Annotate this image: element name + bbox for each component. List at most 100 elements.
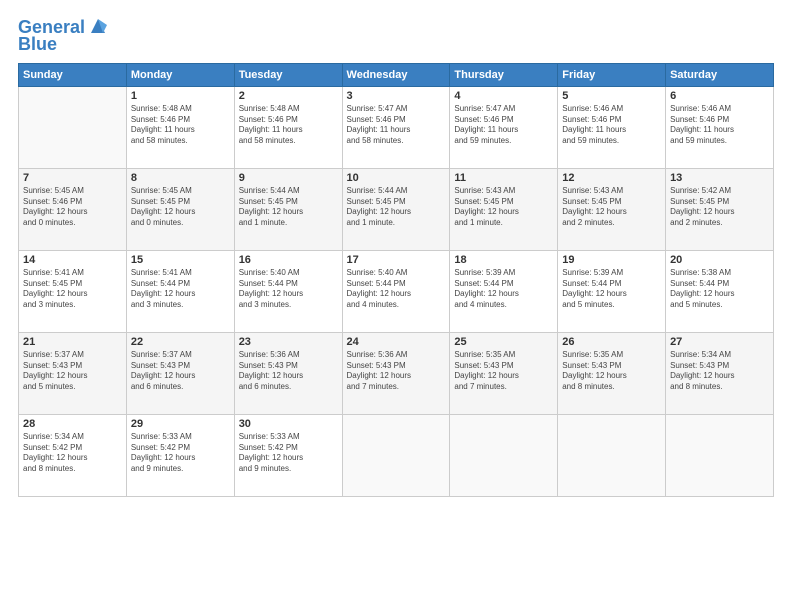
calendar-week-row: 14 Sunrise: 5:41 AM Sunset: 5:45 PM Dayli… <box>19 250 774 332</box>
day-info: Sunrise: 5:37 AM Sunset: 5:43 PM Dayligh… <box>131 350 230 393</box>
day-info: Sunrise: 5:35 AM Sunset: 5:43 PM Dayligh… <box>562 350 661 393</box>
day-number: 30 <box>239 418 338 430</box>
day-info: Sunrise: 5:41 AM Sunset: 5:44 PM Dayligh… <box>131 268 230 311</box>
calendar-cell: 4 Sunrise: 5:47 AM Sunset: 5:46 PM Daylig… <box>450 86 558 168</box>
day-info: Sunrise: 5:34 AM Sunset: 5:43 PM Dayligh… <box>670 350 769 393</box>
calendar-cell: 8Sunrise: 5:45 AM Sunset: 5:45 PM Daylig… <box>126 168 234 250</box>
logo-icon <box>87 15 109 37</box>
calendar-week-row: 7Sunrise: 5:45 AM Sunset: 5:46 PM Daylig… <box>19 168 774 250</box>
day-number: 15 <box>131 254 230 266</box>
day-info: Sunrise: 5:47 AM Sunset: 5:46 PM Dayligh… <box>347 104 446 147</box>
day-number: 12 <box>562 172 661 184</box>
calendar-cell: 26 Sunrise: 5:35 AM Sunset: 5:43 PM Dayli… <box>558 332 666 414</box>
day-info: Sunrise: 5:46 AM Sunset: 5:46 PM Dayligh… <box>670 104 769 147</box>
day-number: 13 <box>670 172 769 184</box>
calendar-cell <box>342 414 450 496</box>
day-number: 26 <box>562 336 661 348</box>
day-info: Sunrise: 5:38 AM Sunset: 5:44 PM Dayligh… <box>670 268 769 311</box>
calendar-cell: 14 Sunrise: 5:41 AM Sunset: 5:45 PM Dayli… <box>19 250 127 332</box>
calendar-cell: 24 Sunrise: 5:36 AM Sunset: 5:43 PM Dayli… <box>342 332 450 414</box>
calendar-cell: 6 Sunrise: 5:46 AM Sunset: 5:46 PM Daylig… <box>666 86 774 168</box>
day-number: 4 <box>454 90 553 102</box>
day-number: 25 <box>454 336 553 348</box>
weekday-header: Thursday <box>450 63 558 86</box>
day-info: Sunrise: 5:33 AM Sunset: 5:42 PM Dayligh… <box>239 432 338 475</box>
day-info: Sunrise: 5:40 AM Sunset: 5:44 PM Dayligh… <box>239 268 338 311</box>
day-info: Sunrise: 5:48 AM Sunset: 5:46 PM Dayligh… <box>131 104 230 147</box>
day-number: 21 <box>23 336 122 348</box>
day-number: 5 <box>562 90 661 102</box>
day-info: Sunrise: 5:43 AM Sunset: 5:45 PM Dayligh… <box>562 186 661 229</box>
calendar-cell: 9Sunrise: 5:44 AM Sunset: 5:45 PM Daylig… <box>234 168 342 250</box>
calendar-cell: 17 Sunrise: 5:40 AM Sunset: 5:44 PM Dayli… <box>342 250 450 332</box>
day-info: Sunrise: 5:47 AM Sunset: 5:46 PM Dayligh… <box>454 104 553 147</box>
day-info: Sunrise: 5:43 AM Sunset: 5:45 PM Dayligh… <box>454 186 553 229</box>
day-number: 24 <box>347 336 446 348</box>
day-number: 3 <box>347 90 446 102</box>
calendar-cell <box>666 414 774 496</box>
calendar-week-row: 21 Sunrise: 5:37 AM Sunset: 5:43 PM Dayli… <box>19 332 774 414</box>
calendar-cell: 29 Sunrise: 5:33 AM Sunset: 5:42 PM Dayli… <box>126 414 234 496</box>
calendar-cell: 13 Sunrise: 5:42 AM Sunset: 5:45 PM Dayli… <box>666 168 774 250</box>
day-number: 2 <box>239 90 338 102</box>
logo: General Blue <box>18 18 109 55</box>
calendar-cell: 11 Sunrise: 5:43 AM Sunset: 5:45 PM Dayli… <box>450 168 558 250</box>
day-number: 28 <box>23 418 122 430</box>
day-number: 14 <box>23 254 122 266</box>
calendar-cell <box>19 86 127 168</box>
day-number: 16 <box>239 254 338 266</box>
day-number: 19 <box>562 254 661 266</box>
day-number: 27 <box>670 336 769 348</box>
calendar-cell: 16 Sunrise: 5:40 AM Sunset: 5:44 PM Dayli… <box>234 250 342 332</box>
day-number: 10 <box>347 172 446 184</box>
calendar-cell: 2 Sunrise: 5:48 AM Sunset: 5:46 PM Daylig… <box>234 86 342 168</box>
calendar-cell: 27 Sunrise: 5:34 AM Sunset: 5:43 PM Dayli… <box>666 332 774 414</box>
day-number: 9 <box>239 172 338 184</box>
day-info: Sunrise: 5:36 AM Sunset: 5:43 PM Dayligh… <box>347 350 446 393</box>
day-info: Sunrise: 5:44 AM Sunset: 5:45 PM Dayligh… <box>347 186 446 229</box>
calendar-cell: 18Sunrise: 5:39 AM Sunset: 5:44 PM Dayli… <box>450 250 558 332</box>
weekday-header: Monday <box>126 63 234 86</box>
day-number: 29 <box>131 418 230 430</box>
day-number: 20 <box>670 254 769 266</box>
calendar-week-row: 28Sunrise: 5:34 AM Sunset: 5:42 PM Dayli… <box>19 414 774 496</box>
day-info: Sunrise: 5:41 AM Sunset: 5:45 PM Dayligh… <box>23 268 122 311</box>
day-info: Sunrise: 5:35 AM Sunset: 5:43 PM Dayligh… <box>454 350 553 393</box>
calendar-cell: 30 Sunrise: 5:33 AM Sunset: 5:42 PM Dayli… <box>234 414 342 496</box>
day-info: Sunrise: 5:37 AM Sunset: 5:43 PM Dayligh… <box>23 350 122 393</box>
calendar-cell: 7Sunrise: 5:45 AM Sunset: 5:46 PM Daylig… <box>19 168 127 250</box>
day-info: Sunrise: 5:45 AM Sunset: 5:46 PM Dayligh… <box>23 186 122 229</box>
day-number: 6 <box>670 90 769 102</box>
day-number: 11 <box>454 172 553 184</box>
calendar-week-row: 1 Sunrise: 5:48 AM Sunset: 5:46 PM Daylig… <box>19 86 774 168</box>
day-info: Sunrise: 5:33 AM Sunset: 5:42 PM Dayligh… <box>131 432 230 475</box>
calendar-cell: 22 Sunrise: 5:37 AM Sunset: 5:43 PM Dayli… <box>126 332 234 414</box>
calendar-cell: 28Sunrise: 5:34 AM Sunset: 5:42 PM Dayli… <box>19 414 127 496</box>
weekday-header: Saturday <box>666 63 774 86</box>
header: General Blue <box>18 18 774 55</box>
calendar-cell: 5Sunrise: 5:46 AM Sunset: 5:46 PM Daylig… <box>558 86 666 168</box>
calendar-cell <box>450 414 558 496</box>
calendar-cell: 1 Sunrise: 5:48 AM Sunset: 5:46 PM Daylig… <box>126 86 234 168</box>
calendar-cell: 25 Sunrise: 5:35 AM Sunset: 5:43 PM Dayli… <box>450 332 558 414</box>
calendar-cell: 21 Sunrise: 5:37 AM Sunset: 5:43 PM Dayli… <box>19 332 127 414</box>
day-number: 1 <box>131 90 230 102</box>
calendar-cell: 10 Sunrise: 5:44 AM Sunset: 5:45 PM Dayli… <box>342 168 450 250</box>
day-info: Sunrise: 5:48 AM Sunset: 5:46 PM Dayligh… <box>239 104 338 147</box>
calendar-cell: 12 Sunrise: 5:43 AM Sunset: 5:45 PM Dayli… <box>558 168 666 250</box>
day-number: 23 <box>239 336 338 348</box>
day-number: 18 <box>454 254 553 266</box>
day-info: Sunrise: 5:40 AM Sunset: 5:44 PM Dayligh… <box>347 268 446 311</box>
page: General Blue SundayMondayTuesdayWednesda… <box>0 0 792 612</box>
day-info: Sunrise: 5:42 AM Sunset: 5:45 PM Dayligh… <box>670 186 769 229</box>
weekday-header: Tuesday <box>234 63 342 86</box>
calendar-cell: 3 Sunrise: 5:47 AM Sunset: 5:46 PM Daylig… <box>342 86 450 168</box>
calendar-cell: 20 Sunrise: 5:38 AM Sunset: 5:44 PM Dayli… <box>666 250 774 332</box>
day-number: 17 <box>347 254 446 266</box>
header-row: SundayMondayTuesdayWednesdayThursdayFrid… <box>19 63 774 86</box>
calendar-cell <box>558 414 666 496</box>
weekday-header: Friday <box>558 63 666 86</box>
day-info: Sunrise: 5:36 AM Sunset: 5:43 PM Dayligh… <box>239 350 338 393</box>
calendar-cell: 15 Sunrise: 5:41 AM Sunset: 5:44 PM Dayli… <box>126 250 234 332</box>
day-number: 22 <box>131 336 230 348</box>
